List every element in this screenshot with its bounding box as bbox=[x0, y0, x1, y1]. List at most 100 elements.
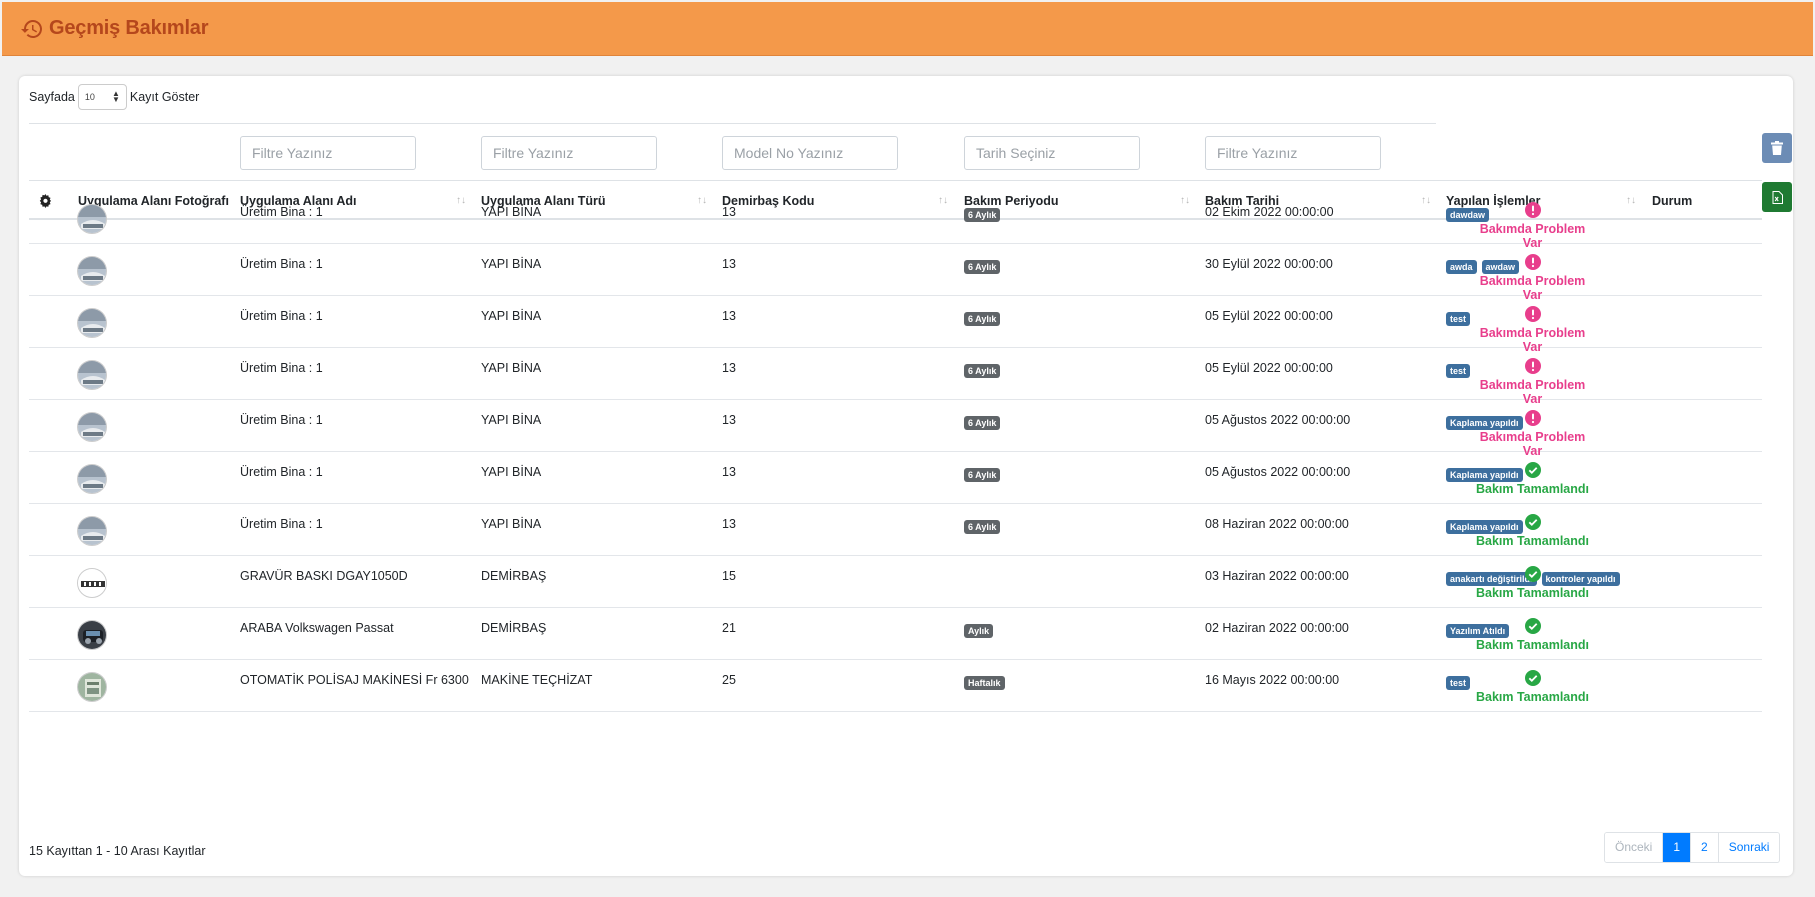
export-excel-button[interactable] bbox=[1762, 182, 1792, 212]
asset-code: 21 bbox=[722, 621, 736, 635]
area-photo[interactable] bbox=[77, 308, 107, 338]
asset-code: 25 bbox=[722, 673, 736, 687]
page-button-1[interactable]: 1 bbox=[1663, 833, 1692, 862]
next-page-button[interactable]: Sonraki bbox=[1718, 833, 1780, 862]
area-name: Üretim Bina : 1 bbox=[240, 205, 323, 219]
area-type: YAPI BİNA bbox=[481, 517, 542, 531]
status-badge: Bakım Tamamlandı bbox=[1470, 618, 1595, 652]
page-header: Geçmiş Bakımlar bbox=[2, 2, 1813, 56]
table-row[interactable]: Üretim Bina : 1 YAPI BİNA 13 6 Aylık 05 Eylü… bbox=[29, 296, 1762, 354]
exclamation-circle-icon bbox=[1524, 254, 1541, 270]
area-type: YAPI BİNA bbox=[481, 465, 542, 479]
area-photo[interactable] bbox=[77, 412, 107, 442]
exclamation-circle-icon bbox=[1524, 202, 1541, 218]
period-badge: 6 Aylık bbox=[964, 364, 1001, 378]
check-circle-icon bbox=[1524, 566, 1541, 582]
area-type: YAPI BİNA bbox=[481, 205, 542, 219]
prev-page-button[interactable]: Önceki bbox=[1605, 833, 1664, 862]
asset-code: 13 bbox=[722, 517, 736, 531]
operation-badge: test bbox=[1446, 676, 1471, 690]
asset-code: 13 bbox=[722, 413, 736, 427]
name-filter-input[interactable] bbox=[240, 136, 416, 170]
exclamation-circle-icon bbox=[1524, 306, 1541, 322]
area-photo[interactable] bbox=[77, 204, 107, 234]
period-badge: 6 Aylık bbox=[964, 208, 1001, 222]
maintenance-period: 6 Aylık bbox=[964, 259, 1001, 274]
area-photo[interactable] bbox=[77, 256, 107, 286]
maintenance-period: 6 Aylık bbox=[964, 467, 1001, 482]
area-name: Üretim Bina : 1 bbox=[240, 517, 323, 531]
clear-filters-button[interactable] bbox=[1762, 133, 1792, 163]
area-name: OTOMATİK POLİSAJ MAKİNESİ Fr 6300 bbox=[240, 673, 469, 687]
area-type: YAPI BİNA bbox=[481, 309, 542, 323]
maintenance-date: 03 Haziran 2022 00:00:00 bbox=[1205, 569, 1349, 583]
operation-badge: test bbox=[1446, 312, 1471, 326]
status-badge: Bakım Tamamlandı bbox=[1470, 514, 1595, 548]
table-row[interactable]: Üretim Bina : 1 YAPI BİNA 13 6 Aylık 05 Ağus… bbox=[29, 452, 1762, 504]
area-name: Üretim Bina : 1 bbox=[240, 257, 323, 271]
asset-code: 13 bbox=[722, 465, 736, 479]
exclamation-circle-icon bbox=[1524, 410, 1541, 426]
status-badge: Bakım Tamamlandı bbox=[1470, 566, 1595, 600]
check-circle-icon bbox=[1524, 618, 1541, 634]
table-row[interactable]: ARABA Volkswagen Passat DEMİRBAŞ 21 Aylık 02… bbox=[29, 608, 1762, 660]
status-label: Bakım Tamamlandı bbox=[1475, 586, 1589, 600]
status-badge: Bakımda Problem Var bbox=[1470, 358, 1595, 406]
page-button-2[interactable]: 2 bbox=[1691, 833, 1719, 862]
maintenance-date: 08 Haziran 2022 00:00:00 bbox=[1205, 517, 1349, 531]
pagination: Önceki 1 2 Sonraki bbox=[1604, 832, 1781, 863]
area-photo[interactable] bbox=[77, 360, 107, 390]
date-filter-input[interactable] bbox=[964, 136, 1140, 170]
history-icon bbox=[21, 19, 42, 38]
status-label: Bakım Tamamlandı bbox=[1475, 690, 1589, 704]
page-length-control: Sayfada 10 ▲ ▼ Kayıt Göster bbox=[29, 84, 199, 110]
status-badge: Bakım Tamamlandı bbox=[1470, 462, 1595, 496]
maintenance-date: 02 Haziran 2022 00:00:00 bbox=[1205, 621, 1349, 635]
maintenance-period: 6 Aylık bbox=[964, 363, 1001, 378]
period-badge: 6 Aylık bbox=[964, 416, 1001, 430]
table-row[interactable]: Üretim Bina : 1 YAPI BİNA 13 6 Aylık 05 Eylü… bbox=[29, 348, 1762, 406]
type-filter-input[interactable] bbox=[481, 136, 657, 170]
area-photo[interactable] bbox=[77, 672, 107, 702]
asset-code: 13 bbox=[722, 205, 736, 219]
filter-divider bbox=[29, 123, 1436, 124]
area-name: Üretim Bina : 1 bbox=[240, 309, 323, 323]
maintenance-date: 30 Eylül 2022 00:00:00 bbox=[1205, 257, 1333, 271]
code-filter-input[interactable] bbox=[722, 136, 898, 170]
page-length-select[interactable]: 10 bbox=[77, 84, 127, 110]
asset-code: 13 bbox=[722, 361, 736, 375]
table-row[interactable]: Üretim Bina : 1 YAPI BİNA 13 6 Aylık 08 Hazi… bbox=[29, 504, 1762, 556]
maintenance-period: Haftalık bbox=[964, 675, 1005, 690]
area-name: Üretim Bina : 1 bbox=[240, 413, 323, 427]
area-name: Üretim Bina : 1 bbox=[240, 465, 323, 479]
area-type: YAPI BİNA bbox=[481, 361, 542, 375]
period-badge: 6 Aylık bbox=[964, 312, 1001, 326]
maintenance-date: 05 Eylül 2022 00:00:00 bbox=[1205, 361, 1333, 375]
maintenance-date: 05 Ağustos 2022 00:00:00 bbox=[1205, 413, 1351, 427]
area-photo[interactable] bbox=[77, 516, 107, 546]
page-length-suffix: Kayıt Göster bbox=[129, 90, 200, 104]
area-photo[interactable] bbox=[77, 620, 107, 650]
check-circle-icon bbox=[1524, 514, 1541, 530]
period-badge: 6 Aylık bbox=[964, 468, 1001, 482]
trash-icon bbox=[1771, 141, 1783, 155]
area-photo[interactable] bbox=[77, 568, 107, 598]
table-row[interactable]: GRAVÜR BASKI DGAY1050D DEMİRBAŞ 15 03 Hazir… bbox=[29, 556, 1762, 608]
status-badge: Bakımda Problem Var bbox=[1470, 306, 1595, 354]
ops-filter-input[interactable] bbox=[1205, 136, 1381, 170]
status-badge: Bakım Tamamlandı bbox=[1470, 670, 1595, 704]
maintenance-date: 05 Ağustos 2022 00:00:00 bbox=[1205, 465, 1351, 479]
asset-code: 15 bbox=[722, 569, 736, 583]
area-type: YAPI BİNA bbox=[481, 257, 542, 271]
table-row[interactable]: Üretim Bina : 1 YAPI BİNA 13 6 Aylık 02 Ekim… bbox=[29, 192, 1762, 250]
area-type: MAKİNE TEÇHİZAT bbox=[481, 673, 593, 687]
maintenance-period: 6 Aylık bbox=[964, 415, 1001, 430]
table-info: 15 Kayıttan 1 - 10 Arası Kayıtlar bbox=[29, 844, 206, 858]
area-photo[interactable] bbox=[77, 464, 107, 494]
table-row[interactable]: Üretim Bina : 1 YAPI BİNA 13 6 Aylık 30 Eylü… bbox=[29, 244, 1762, 302]
status-label: Bakım Tamamlandı bbox=[1475, 638, 1589, 652]
table-row[interactable]: OTOMATİK POLİSAJ MAKİNESİ Fr 6300 MAKİNE … bbox=[29, 660, 1762, 712]
period-badge: Aylık bbox=[964, 624, 994, 638]
status-label: Bakım Tamamlandı bbox=[1475, 482, 1589, 496]
table-row[interactable]: Üretim Bina : 1 YAPI BİNA 13 6 Aylık 05 Ağus… bbox=[29, 400, 1762, 458]
